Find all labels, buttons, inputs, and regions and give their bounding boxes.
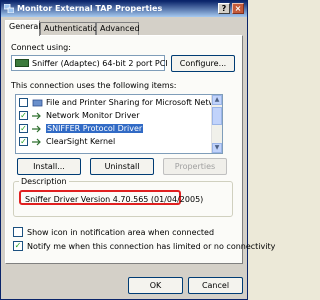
show-icon-checkbox[interactable] [13,227,23,237]
cancel-button[interactable]: Cancel [188,277,243,294]
notify-label: Notify me when this connection has limit… [27,242,276,251]
scroll-up-arrow-icon[interactable]: ▲ [212,95,222,105]
item-label: SNIFFER Protocol Driver [46,124,144,133]
list-item[interactable]: ✓ ClearSight Kernel [17,136,211,148]
properties-dialog: Monitor External TAP Properties ? × Gene… [0,0,275,300]
help-button[interactable]: ? [218,3,230,14]
tab-authentication[interactable]: Authentication [40,22,103,35]
item-label: Network Monitor Driver [46,111,140,120]
adapter-field: Sniffer (Adaptec) 64-bit 2 port PCI Fa [11,55,179,71]
description-text: Sniffer Driver Version 4.70.565 (01/04/2… [25,195,204,204]
list-item[interactable]: ✓ Network Monitor Driver [17,110,211,122]
item-checkbox[interactable]: ✓ [19,137,28,146]
close-button[interactable]: × [232,3,244,14]
tab-general[interactable]: General [5,20,41,36]
item-checkbox[interactable] [19,98,28,107]
network-connection-icon [3,3,15,14]
install-button[interactable]: Install... [17,158,81,175]
protocol-icon [32,112,43,120]
scroll-thumb[interactable] [212,107,222,125]
item-checkbox[interactable]: ✓ [19,124,28,133]
connect-using-label: Connect using: [11,43,71,52]
tab-advanced[interactable]: Advanced [96,22,140,35]
item-label: ClearSight Kernel [46,137,116,146]
protocol-icon [32,138,43,146]
list-item[interactable]: ✓ SNIFFER Protocol Driver [17,123,211,135]
description-label: Description [19,177,69,186]
configure-button[interactable]: Configure... [171,55,235,72]
service-icon [32,99,43,107]
ok-button[interactable]: OK [128,277,183,294]
item-label: File and Printer Sharing for Microsoft N… [46,98,223,107]
show-icon-label: Show icon in notification area when conn… [27,228,215,237]
components-list[interactable]: File and Printer Sharing for Microsoft N… [15,94,223,154]
item-checkbox[interactable]: ✓ [19,111,28,120]
adapter-name: Sniffer (Adaptec) 64-bit 2 port PCI Fa [32,59,179,68]
list-item[interactable]: File and Printer Sharing for Microsoft N… [17,97,222,109]
uninstall-button[interactable]: Uninstall [90,158,154,175]
network-adapter-icon [15,59,29,67]
items-label: This connection uses the following items… [11,81,177,90]
protocol-icon [32,125,43,133]
window-title: Monitor External TAP Properties [17,4,163,13]
scroll-down-arrow-icon[interactable]: ▼ [212,143,222,153]
list-scrollbar[interactable]: ▲ ▼ [211,95,222,153]
title-bar[interactable]: Monitor External TAP Properties ? × [1,1,247,17]
properties-button[interactable]: Properties [163,158,227,175]
notify-checkbox[interactable]: ✓ [13,241,23,251]
